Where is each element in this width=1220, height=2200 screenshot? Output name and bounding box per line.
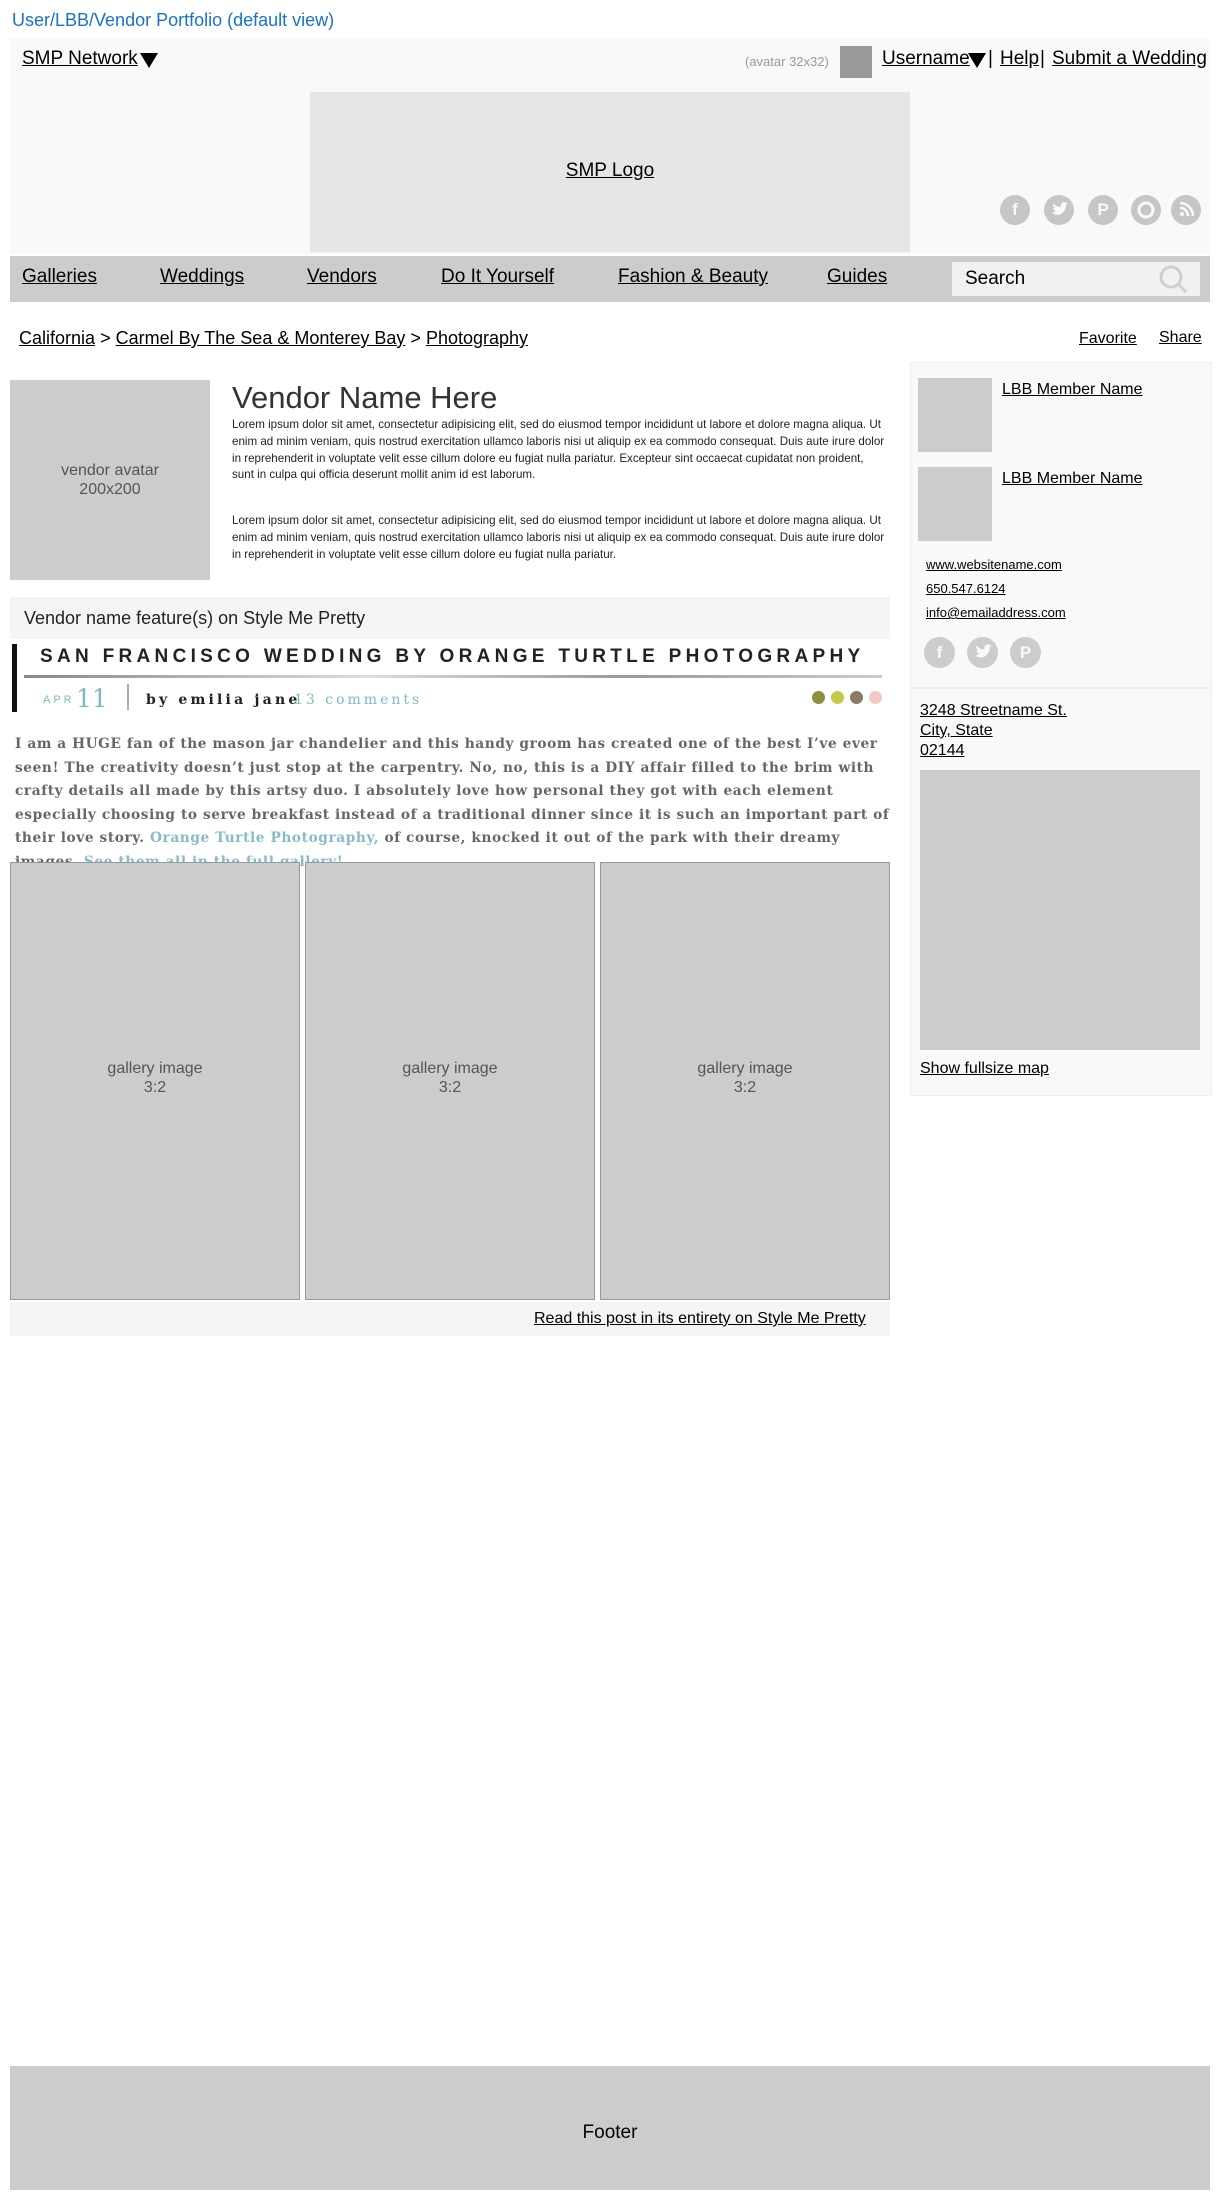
- nav-do-it-yourself[interactable]: Do It Yourself: [441, 266, 554, 288]
- nav-weddings[interactable]: Weddings: [160, 266, 244, 288]
- breadcrumb-separator: >: [410, 328, 421, 348]
- vendor-avatar-label-line-1: vendor avatar: [61, 462, 159, 479]
- vendor-bio-paragraph: Lorem ipsum dolor sit amet, consectetur …: [232, 514, 885, 561]
- avatar-label: (avatar 32x32): [745, 54, 829, 69]
- vendor-bio-paragraph: Lorem ipsum dolor sit amet, consectetur …: [232, 418, 885, 482]
- instagram-icon[interactable]: [1131, 195, 1161, 225]
- post-byline: by emilia jane: [146, 692, 301, 708]
- email-link[interactable]: info@emailaddress.com: [926, 605, 1066, 620]
- member-name-link[interactable]: LBB Member Name: [1002, 470, 1143, 488]
- post-month: APR: [43, 694, 75, 706]
- address-line[interactable]: 3248 Streetname St.: [920, 701, 1067, 721]
- search-placeholder[interactable]: Search: [965, 268, 1025, 290]
- favorite-link[interactable]: Favorite: [1079, 330, 1137, 348]
- post-comments-link[interactable]: 13 comments: [294, 692, 422, 708]
- post-title[interactable]: SAN FRANCISCO WEDDING BY ORANGE TURTLE P…: [40, 646, 864, 668]
- vendor-avatar-label: vendor avatar 200x200: [10, 461, 210, 499]
- address-line[interactable]: City, State: [920, 721, 993, 741]
- member-avatar[interactable]: [918, 378, 992, 452]
- post-day: 11: [76, 684, 108, 713]
- username-menu[interactable]: Username: [882, 48, 970, 70]
- facebook-icon[interactable]: f: [924, 637, 955, 668]
- color-palette-dot: [869, 691, 882, 704]
- read-full-post-link[interactable]: Read this post in its entirety on Style …: [534, 1310, 866, 1328]
- address-line[interactable]: 02144: [920, 741, 965, 761]
- member-name-link[interactable]: LBB Member Name: [1002, 381, 1143, 399]
- post-accent-bar: [12, 644, 17, 712]
- nav-vendors[interactable]: Vendors: [307, 266, 377, 288]
- gallery-image-label-line-1: gallery image: [402, 1060, 498, 1077]
- separator: |: [988, 48, 993, 69]
- gallery-image-label-line-1: gallery image: [697, 1060, 793, 1077]
- separator: |: [1040, 48, 1045, 69]
- user-avatar[interactable]: [840, 46, 872, 78]
- color-palette-dot: [812, 691, 825, 704]
- breadcrumb-separator: >: [100, 328, 111, 348]
- vendor-avatar-label-line-2: 200x200: [79, 481, 141, 498]
- help-link[interactable]: Help: [1000, 48, 1039, 70]
- site-logo[interactable]: SMP Logo: [310, 160, 910, 182]
- footer-label: Footer: [582, 2122, 638, 2143]
- location-map[interactable]: [920, 770, 1200, 1050]
- share-link[interactable]: Share: [1159, 329, 1202, 347]
- gallery-image-label-line-2: 3:2: [143, 1079, 167, 1096]
- vendor-name: Vendor Name Here: [232, 380, 498, 415]
- search-icon[interactable]: [1158, 264, 1188, 294]
- gallery-image-label-line-2: 3:2: [438, 1079, 462, 1096]
- color-palette-dot: [850, 691, 863, 704]
- caret-down-icon[interactable]: [968, 53, 986, 68]
- feature-section-title: Vendor name feature(s) on Style Me Prett…: [24, 608, 366, 628]
- pinterest-icon[interactable]: P: [1010, 637, 1041, 668]
- nav-galleries[interactable]: Galleries: [22, 266, 97, 288]
- gallery-image-label: gallery image 3:2: [600, 1059, 890, 1097]
- page-label: User/LBB/Vendor Portfolio (default view): [12, 10, 335, 30]
- gallery-image-label: gallery image 3:2: [10, 1059, 300, 1097]
- website-link[interactable]: www.websitename.com: [926, 557, 1062, 572]
- site-logo-label[interactable]: SMP Logo: [566, 160, 654, 181]
- photographer-link[interactable]: Orange Turtle Photography,: [150, 830, 379, 846]
- breadcrumb-region[interactable]: Carmel By The Sea & Monterey Bay: [116, 328, 406, 348]
- breadcrumb-photography[interactable]: Photography: [426, 328, 528, 348]
- member-avatar[interactable]: [918, 467, 992, 541]
- rss-icon[interactable]: [1171, 195, 1201, 225]
- twitter-icon[interactable]: [1044, 195, 1074, 225]
- fullsize-map-link[interactable]: Show fullsize map: [920, 1060, 1049, 1078]
- post-title-rule: [24, 675, 882, 678]
- post-meta-divider: [127, 684, 129, 710]
- gallery-image-label-line-2: 3:2: [733, 1079, 757, 1096]
- facebook-icon[interactable]: f: [1000, 195, 1030, 225]
- post-excerpt: I am a HUGE fan of the mason jar chandel…: [15, 733, 890, 874]
- gallery-image-label-line-1: gallery image: [107, 1060, 203, 1077]
- submit-wedding-link[interactable]: Submit a Wedding: [1052, 48, 1207, 70]
- caret-down-icon[interactable]: [140, 53, 158, 68]
- twitter-icon[interactable]: [967, 637, 998, 668]
- pinterest-icon[interactable]: P: [1088, 195, 1118, 225]
- nav-guides[interactable]: Guides: [827, 266, 887, 288]
- gallery-image-label: gallery image 3:2: [305, 1059, 595, 1097]
- phone-link[interactable]: 650.547.6124: [926, 581, 1006, 596]
- smp-network-menu[interactable]: SMP Network: [22, 48, 138, 70]
- breadcrumb: California > Carmel By The Sea & Montere…: [19, 328, 528, 349]
- nav-fashion-beauty[interactable]: Fashion & Beauty: [618, 266, 768, 288]
- breadcrumb-california[interactable]: California: [19, 328, 95, 348]
- color-palette-dot: [831, 691, 844, 704]
